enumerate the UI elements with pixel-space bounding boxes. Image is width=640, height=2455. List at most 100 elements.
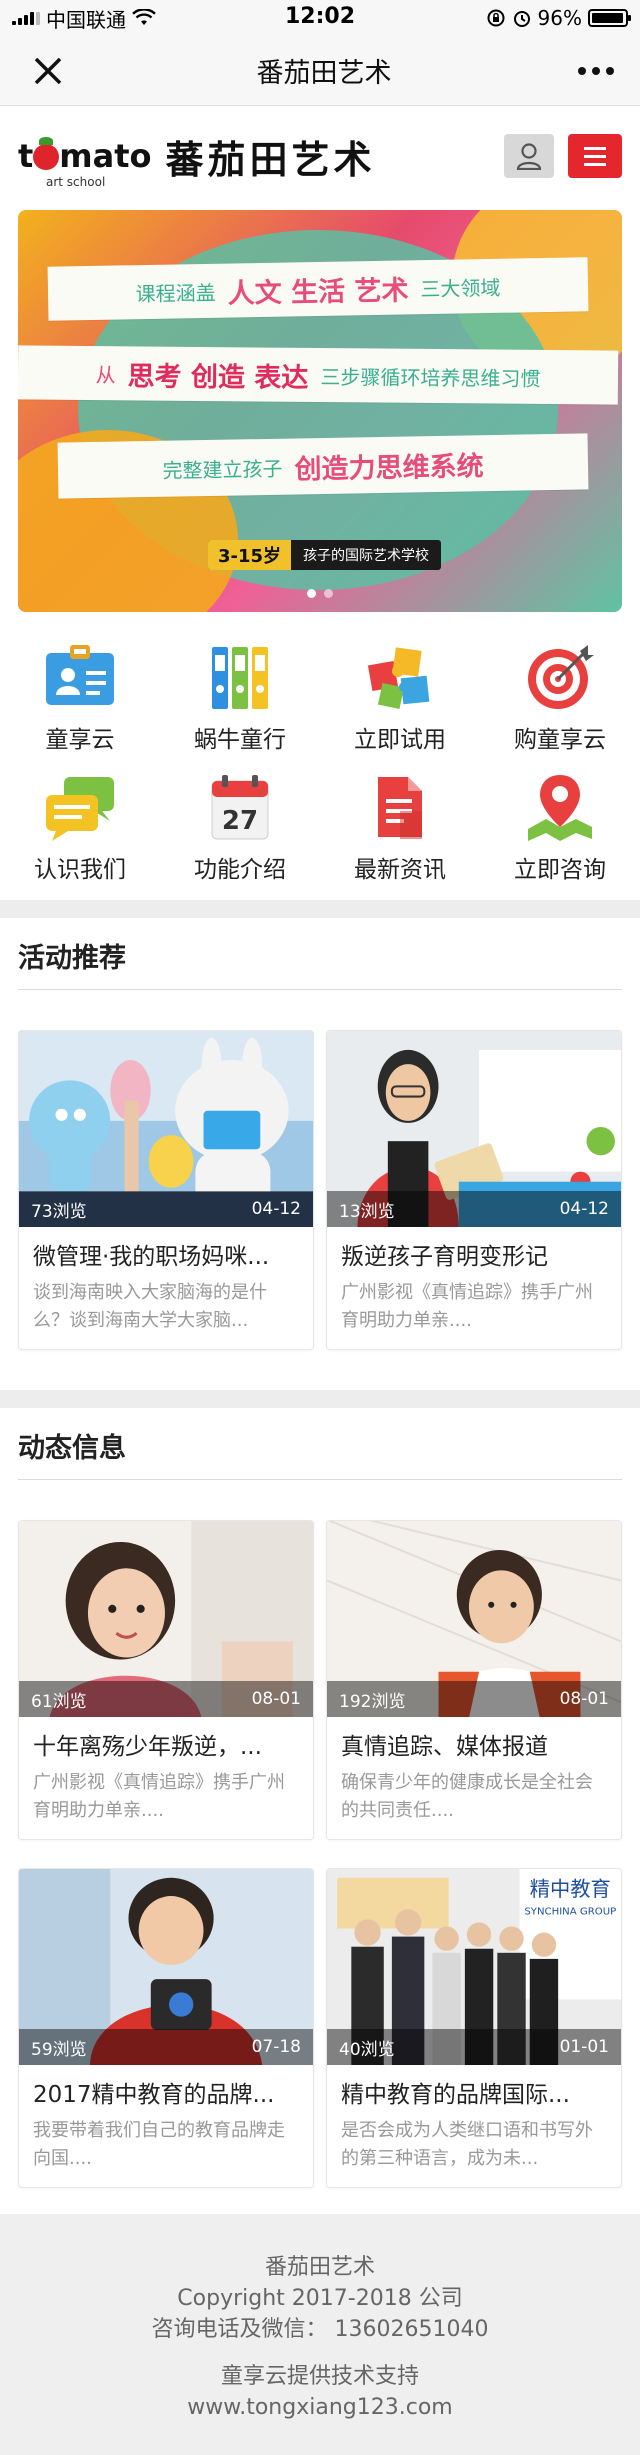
user-button[interactable] xyxy=(504,134,554,178)
banner-line-1: 课程涵盖 人文 生活 艺术 三大领域 xyxy=(47,257,589,321)
banner-carousel[interactable]: 课程涵盖 人文 生活 艺术 三大领域 从 思考 创造 表达 三步骤循环培养思维习… xyxy=(18,210,622,612)
view-count: 73浏览 xyxy=(31,1201,87,1222)
footer-copyright: Copyright 2017-2018 公司 xyxy=(177,2286,463,2311)
card-title: 2017精中教育的品牌... xyxy=(33,2082,275,2108)
banner-line-2: 从 思考 创造 表达 三步骤循环培养思维习惯 xyxy=(18,345,619,405)
grid-item-about[interactable]: 认识我们 xyxy=(0,768,160,884)
banner-line-3: 完整建立孩子 创造力思维系统 xyxy=(57,433,589,499)
news-card[interactable]: 精中教育 SYNCHINA GROUP 40浏览 01-01 精中教育的品牌国际… xyxy=(326,1868,622,2188)
view-count: 40浏览 xyxy=(339,2039,395,2060)
grid-label: 立即试用 xyxy=(354,727,446,753)
target-icon xyxy=(519,638,601,716)
card-meta: 59浏览 07-18 xyxy=(19,2029,313,2065)
card-image: 13浏览 04-12 xyxy=(327,1031,621,1227)
activity-card[interactable]: 73浏览 04-12 微管理·我的职场妈咪... 谈到海南映入大家脑海的是什么？… xyxy=(18,1030,314,1350)
footer-contact[interactable]: 咨询电话及微信： 13602651040 xyxy=(0,2314,640,2345)
section-divider xyxy=(0,900,640,918)
logo-en: t mato art school xyxy=(18,137,152,189)
grid-item-trial[interactable]: 立即试用 xyxy=(320,638,480,754)
footer-url[interactable]: www.tongxiang123.com xyxy=(0,2392,640,2423)
section-divider xyxy=(0,1390,640,1408)
news-card[interactable]: 61浏览 08-01 十年离殇少年叛逆，... 广州影视《真情追踪》携手广州育明… xyxy=(18,1520,314,1840)
close-icon[interactable] xyxy=(24,54,72,88)
card-meta: 73浏览 04-12 xyxy=(19,1191,313,1227)
alarm-icon xyxy=(513,11,530,27)
card-description: 广州影视《真情追踪》携手广州育明助力单亲.... xyxy=(33,1772,285,1821)
signboard-en-text: SYNCHINA GROUP xyxy=(524,1906,616,1917)
user-icon xyxy=(516,143,542,170)
hamburger-line xyxy=(584,154,606,158)
nav-title: 番茄田艺术 xyxy=(256,58,392,89)
hamburger-menu-icon xyxy=(584,146,606,150)
card-image: 精中教育 SYNCHINA GROUP 40浏览 01-01 xyxy=(327,1869,621,2065)
card-title: 精中教育的品牌国际... xyxy=(341,2082,570,2108)
card-body: 叛逆孩子育明变形记 广州影视《真情追踪》携手广州育明助力单亲.... xyxy=(327,1227,621,1349)
status-left: 中国联通 xyxy=(12,4,156,33)
card-meta: 192浏览 08-01 xyxy=(327,1681,621,1717)
school-tagline: 孩子的国际艺术学校 xyxy=(303,548,430,564)
card-date: 08-01 xyxy=(251,1689,301,1709)
card-date: 04-12 xyxy=(559,1199,609,1219)
card-date: 07-18 xyxy=(251,2037,301,2057)
status-bar: 中国联通 12:02 96% xyxy=(0,0,640,36)
carousel-dot[interactable] xyxy=(324,589,333,598)
news-card[interactable]: 192浏览 08-01 真情追踪、媒体报道 确保青少年的健康成长是全社会的共同责… xyxy=(326,1520,622,1840)
logo-text-prefix: t xyxy=(18,137,34,175)
more-icon[interactable] xyxy=(576,66,616,76)
card-image: 59浏览 07-18 xyxy=(19,1869,313,2065)
grid-item-buy[interactable]: 购童享云 xyxy=(480,638,640,754)
card-description: 是否会成为人类继口语和书写外的第三种语言，成为未... xyxy=(341,2120,593,2169)
banner-line-2-suffix: 三步骤循环培养思维习惯 xyxy=(320,364,541,391)
status-right: 96% xyxy=(486,6,631,30)
banner-line-1-prefix: 课程涵盖 xyxy=(135,280,216,306)
carousel-dot[interactable] xyxy=(307,589,316,598)
news-card[interactable]: 59浏览 07-18 2017精中教育的品牌... 我要带着我们自己的教育品牌走… xyxy=(18,1868,314,2188)
tomato-logo-icon xyxy=(33,137,60,170)
card-description: 谈到海南映入大家脑海的是什么？谈到海南大学大家脑... xyxy=(33,1282,267,1331)
grid-item-consult[interactable]: 立即咨询 xyxy=(480,768,640,884)
wifi-icon xyxy=(132,9,156,25)
banner-line-2-prefix: 从 xyxy=(95,362,116,387)
section-title-activities: 活动推荐 xyxy=(18,918,622,990)
logo-subtitle: art school xyxy=(46,175,106,189)
chat-bubbles-icon xyxy=(39,768,121,846)
menu-button[interactable] xyxy=(568,134,622,178)
wechat-nav-bar: 番茄田艺术 xyxy=(0,36,640,106)
calendar-day: 27 xyxy=(222,806,258,836)
battery-icon xyxy=(588,9,631,27)
card-body: 微管理·我的职场妈咪... 谈到海南映入大家脑海的是什么？谈到海南大学大家脑..… xyxy=(19,1227,313,1349)
grid-item-snail[interactable]: 蜗牛童行 xyxy=(160,638,320,754)
grid-label: 最新资讯 xyxy=(354,857,446,883)
news-section: 动态信息 61浏览 08-01 十年离殇少年叛逆，... 广州影视《真情追踪》携… xyxy=(0,1408,640,2228)
card-meta: 40浏览 01-01 xyxy=(327,2029,621,2065)
activities-section: 活动推荐 73浏览 04-12 微管理·我的职场妈咪... 谈到海南映入大家脑海… xyxy=(0,918,640,1390)
carrier-label: 中国联通 xyxy=(46,7,126,32)
view-count: 61浏览 xyxy=(31,1691,87,1712)
card-meta: 13浏览 04-12 xyxy=(327,1191,621,1227)
banner-line-3-highlight: 创造力思维系统 xyxy=(294,450,484,485)
card-image: 192浏览 08-01 xyxy=(327,1521,621,1717)
grid-item-features[interactable]: 27 功能介绍 xyxy=(160,768,320,884)
site-logo[interactable]: t mato art school 蕃茄田艺术 xyxy=(18,129,376,190)
card-title: 微管理·我的职场妈咪... xyxy=(33,1244,270,1270)
carousel-dots xyxy=(18,589,622,598)
footer-name: 番茄田艺术 xyxy=(264,2255,375,2280)
card-title: 十年离殇少年叛逆，... xyxy=(33,1734,262,1760)
grid-item-tongxiangyun[interactable]: 童享云 xyxy=(0,638,160,754)
view-count: 59浏览 xyxy=(31,2039,87,2060)
feature-grid: 童享云 蜗牛童行 立即试用 购童享云 认识我们 27 功能介绍 最新资讯 立即咨… xyxy=(0,612,640,900)
card-image: 73浏览 04-12 xyxy=(19,1031,313,1227)
age-badge: 3-15岁 孩子的国际艺术学校 xyxy=(208,540,442,570)
banner-line-1-highlight: 人文 生活 艺术 xyxy=(227,274,409,310)
card-meta: 61浏览 08-01 xyxy=(19,1681,313,1717)
id-card-icon xyxy=(39,638,121,716)
section-title-news: 动态信息 xyxy=(18,1408,622,1480)
activity-card[interactable]: 13浏览 04-12 叛逆孩子育明变形记 广州影视《真情追踪》携手广州育明助力单… xyxy=(326,1030,622,1350)
age-range: 3-15岁 xyxy=(208,540,292,570)
card-body: 真情追踪、媒体报道 确保青少年的健康成长是全社会的共同责任.... xyxy=(327,1717,621,1839)
header-buttons xyxy=(504,134,622,178)
grid-item-news[interactable]: 最新资讯 xyxy=(320,768,480,884)
signboard-text: 精中教育 xyxy=(530,1877,611,1901)
card-date: 04-12 xyxy=(251,1199,301,1219)
footer-support: 童享云提供技术支持 xyxy=(220,2364,419,2389)
